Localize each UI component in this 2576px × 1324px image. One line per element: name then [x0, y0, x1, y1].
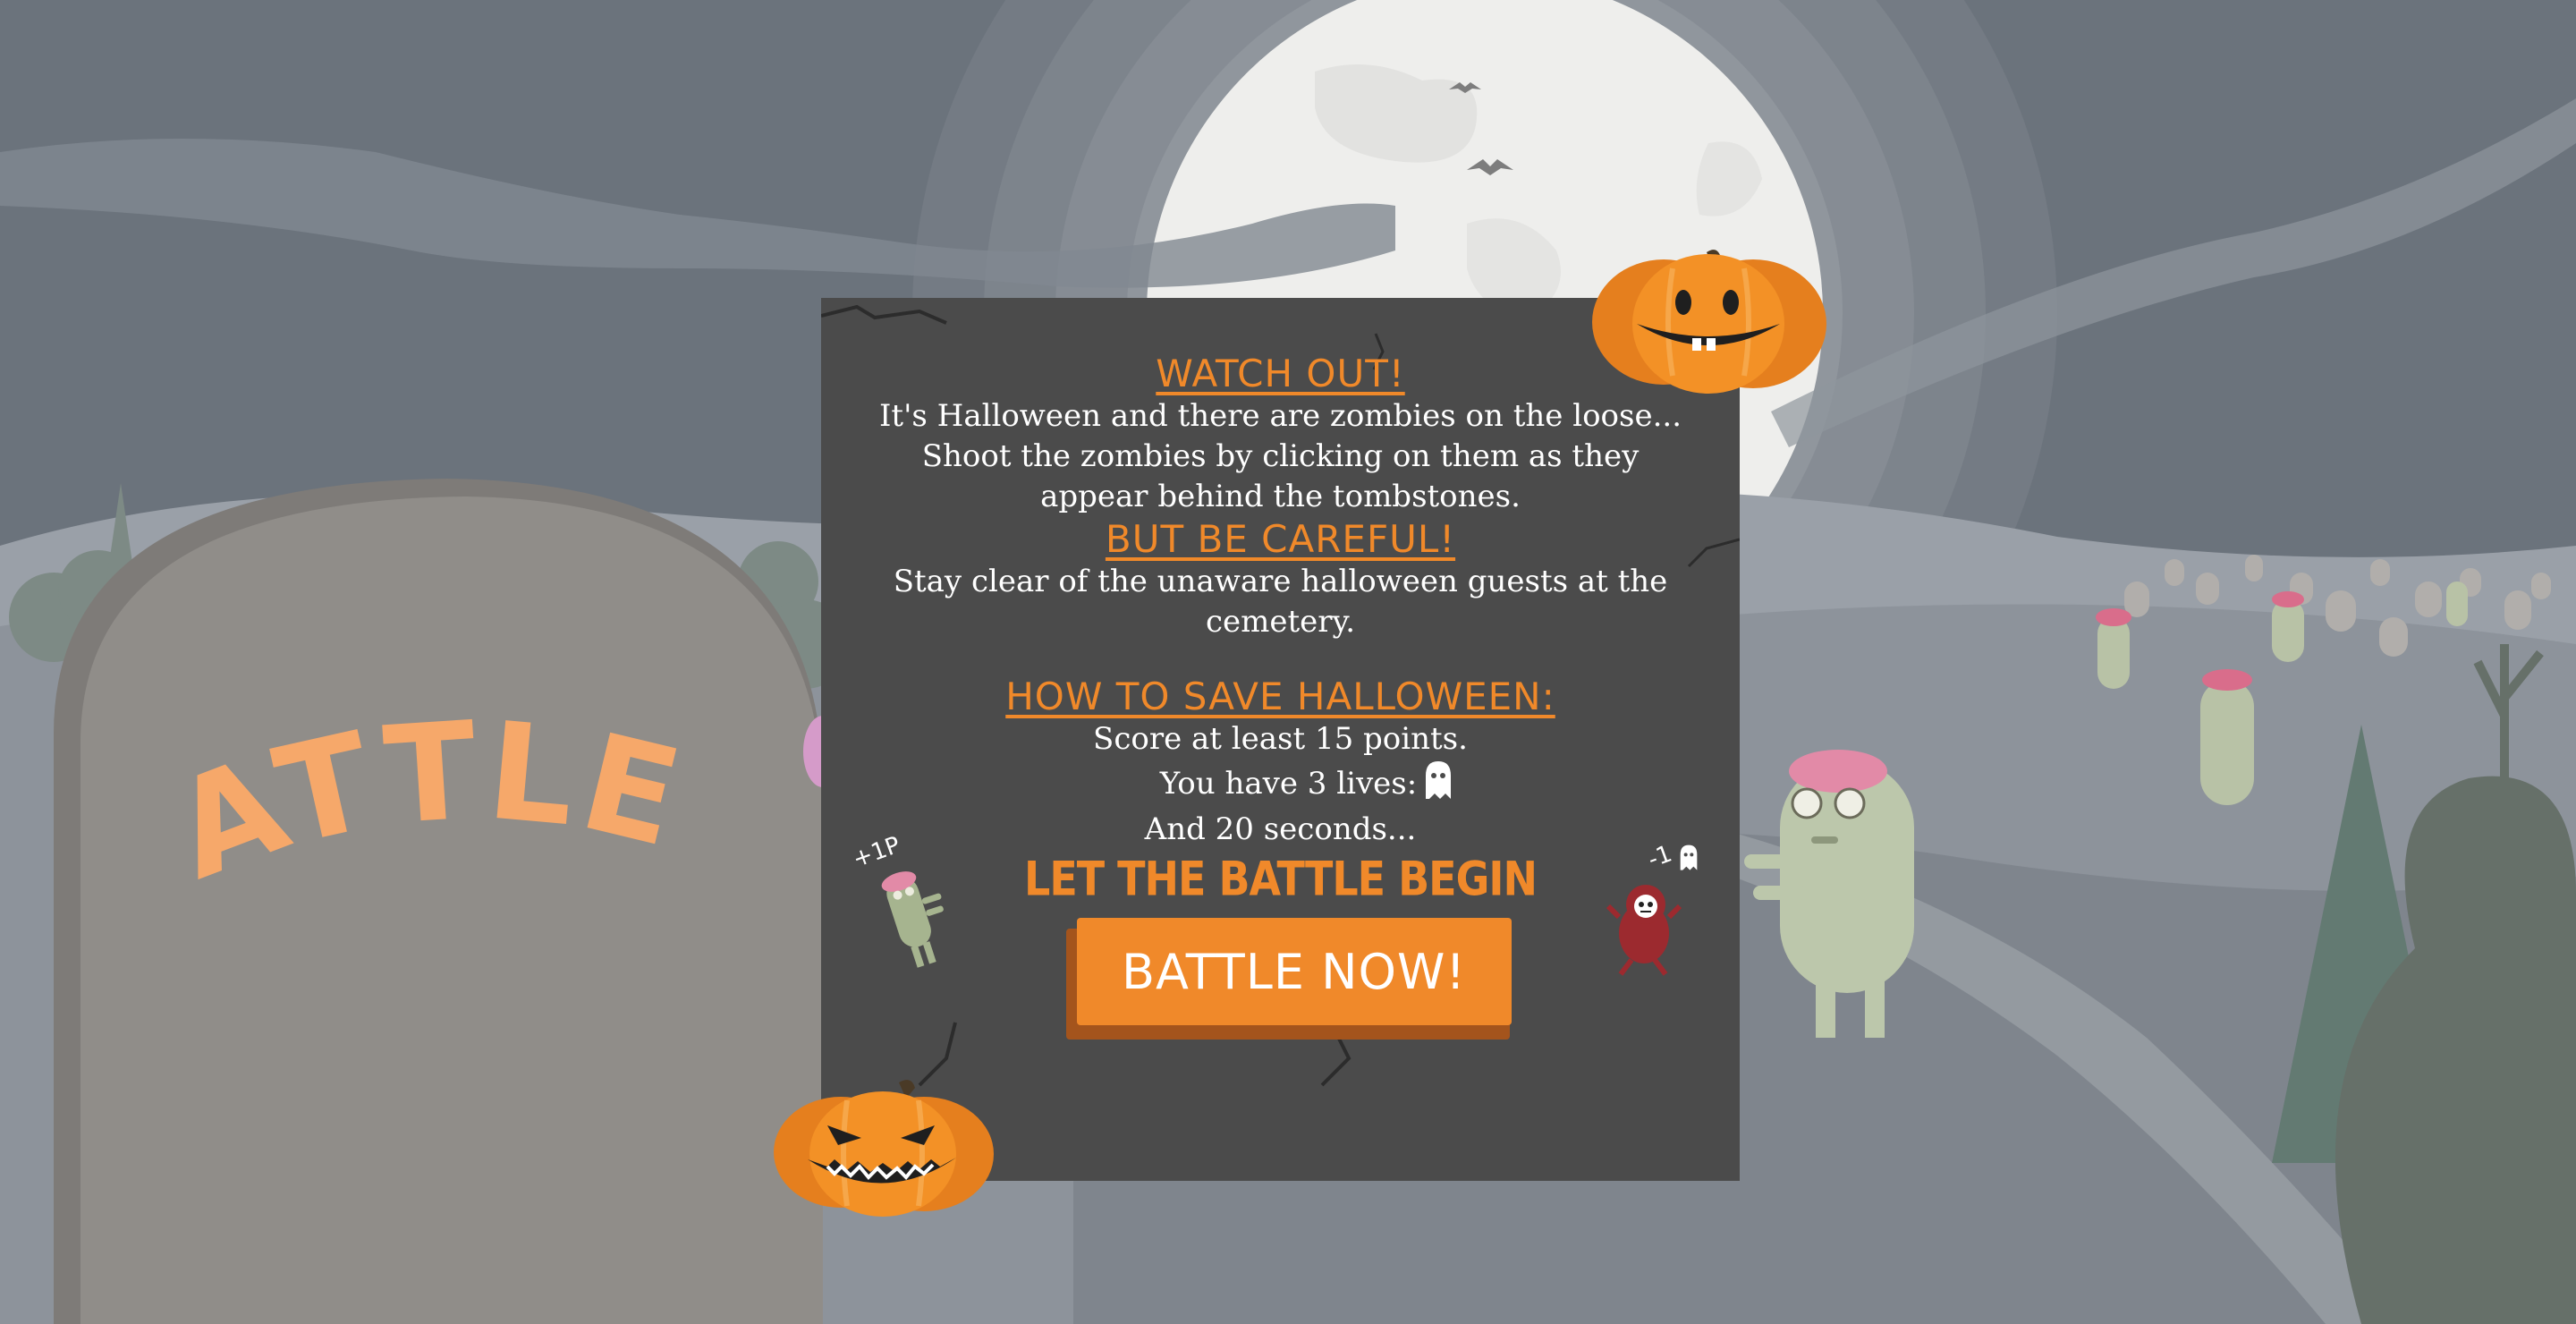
ghost-icon [1422, 760, 1454, 810]
rule-lives-text: You have 3 lives: [1159, 766, 1418, 802]
game-logo: BATTLE Z [125, 662, 760, 910]
rule-lives: You have 3 lives: [848, 760, 1767, 810]
guest-example: -1 [1599, 840, 1707, 978]
ghost-icon [1680, 844, 1698, 870]
game-logo-text: BATTLE Z [125, 662, 755, 910]
zombie-example: +1P [849, 832, 951, 973]
intro-line: It's Halloween and there are zombies on … [878, 398, 1682, 434]
warning-line: cemetery. [1205, 604, 1356, 640]
jack-o-lantern-icon [1592, 250, 1826, 394]
start-battle-button[interactable]: BATTLE NOW! [1076, 918, 1512, 1025]
heading-be-careful: BUT BE CAREFUL! [1105, 517, 1456, 561]
devil-guest-icon [1606, 885, 1682, 976]
warning-line: Stay clear of the unaware halloween gues… [893, 564, 1668, 599]
instructions-panel: WATCH OUT! It's Halloween and there are … [821, 298, 1740, 1181]
heading-how-to-save: HOW TO SAVE HALLOWEEN: [1005, 675, 1555, 718]
intro-line: Shoot the zombies by clicking on them as… [921, 438, 1640, 474]
intro-line: appear behind the tombstones. [1040, 479, 1521, 514]
zombie-icon [881, 871, 944, 968]
start-button-wrapper: BATTLE NOW! [1065, 918, 1524, 1043]
svg-text:BATTLE Z: BATTLE Z [125, 662, 760, 910]
jack-o-lantern-icon [774, 1080, 994, 1217]
rule-score: Score at least 15 points. [1093, 721, 1468, 757]
guest-penalty-label: -1 [1644, 840, 1676, 874]
